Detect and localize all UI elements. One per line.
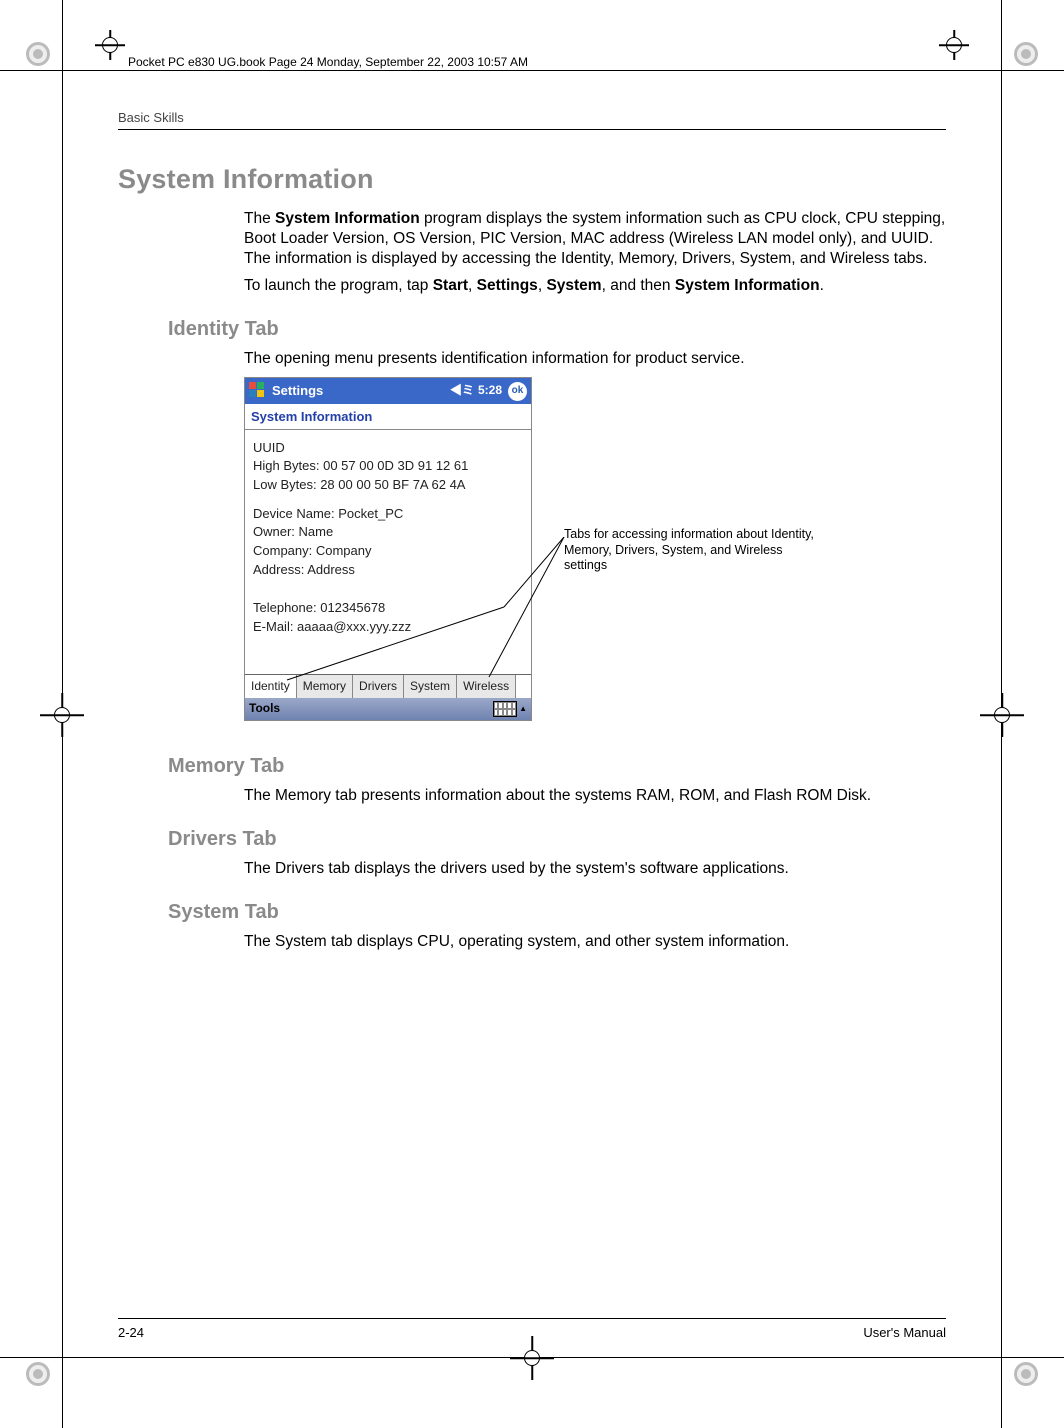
page-number: 2-24 [118, 1325, 144, 1340]
tab-identity: Identity [245, 675, 297, 698]
system-heading: System Tab [168, 901, 946, 924]
framemaker-header: Pocket PC e830 UG.book Page 24 Monday, S… [128, 55, 528, 69]
tab-system: System [404, 675, 457, 698]
regmark-top-right [1006, 34, 1046, 74]
tab-drivers: Drivers [353, 675, 404, 698]
uuid-high: High Bytes: 00 57 00 0D 3D 91 12 61 [253, 458, 523, 475]
running-head: Basic Skills [118, 110, 946, 136]
identity-heading: Identity Tab [168, 318, 946, 341]
device-bottombar: Tools ▲ [245, 698, 531, 720]
device-titlebar: Settings ◀ミ 5:28 ok [245, 378, 531, 404]
device-tabs: Identity Memory Drivers System Wireless [245, 674, 531, 698]
crosshair-bottom [510, 1336, 554, 1380]
page-footer: 2-24 User's Manual [118, 1318, 946, 1340]
bold-system-information-2: System Information [675, 277, 820, 294]
volume-icon: ◀ミ [450, 383, 474, 398]
regmark-top-left [18, 34, 58, 74]
bold-system-information: System Information [275, 210, 420, 227]
memory-heading: Memory Tab [168, 755, 946, 778]
company: Company: Company [253, 543, 523, 560]
callout-text: Tabs for accessing information about Ide… [564, 527, 814, 574]
section-heading: System Information [118, 164, 946, 195]
drivers-text: The Drivers tab displays the drivers use… [244, 859, 946, 879]
regmark-bottom-right [1006, 1354, 1046, 1394]
intro-para-1: The System Information program displays … [244, 209, 946, 268]
crosshair-top-inner-left [95, 30, 125, 60]
top-crop-rule [0, 70, 1064, 71]
drivers-heading: Drivers Tab [168, 828, 946, 851]
crosshair-right [980, 693, 1024, 737]
app-body: UUID High Bytes: 00 57 00 0D 3D 91 12 61… [245, 430, 531, 674]
memory-text: The Memory tab presents information abou… [244, 786, 946, 806]
ok-button-icon: ok [508, 382, 527, 401]
bold-system: System [546, 277, 601, 294]
tab-wireless: Wireless [457, 675, 516, 698]
screenshot-figure: Settings ◀ミ 5:28 ok System Information U… [244, 377, 946, 733]
crosshair-top-inner-right [939, 30, 969, 60]
intro-para-2: To launch the program, tap Start, Settin… [244, 276, 946, 296]
titlebar-text: Settings [272, 383, 450, 400]
sip-keyboard-icon: ▲ [493, 701, 527, 717]
tools-label: Tools [249, 701, 280, 716]
titlebar-time: 5:28 [478, 383, 502, 398]
address: Address: Address [253, 562, 523, 579]
start-flag-icon [249, 382, 267, 400]
identity-text: The opening menu presents identification… [244, 349, 946, 369]
running-head-text: Basic Skills [118, 110, 184, 125]
bold-settings: Settings [477, 277, 538, 294]
head-rule [118, 129, 946, 130]
regmark-bottom-left [18, 1354, 58, 1394]
owner: Owner: Name [253, 524, 523, 541]
footer-right: User's Manual [863, 1325, 946, 1340]
device-screenshot: Settings ◀ミ 5:28 ok System Information U… [244, 377, 532, 721]
telephone: Telephone: 012345678 [253, 600, 523, 617]
uuid-low: Low Bytes: 28 00 00 50 BF 7A 62 4A [253, 477, 523, 494]
tab-memory: Memory [297, 675, 353, 698]
app-title: System Information [245, 404, 531, 430]
uuid-label: UUID [253, 440, 523, 457]
email: E-Mail: aaaaa@xxx.yyy.zzz [253, 619, 523, 636]
crosshair-left [40, 693, 84, 737]
system-text: The System tab displays CPU, operating s… [244, 932, 946, 952]
device-name: Device Name: Pocket_PC [253, 506, 523, 523]
bold-start: Start [433, 277, 468, 294]
